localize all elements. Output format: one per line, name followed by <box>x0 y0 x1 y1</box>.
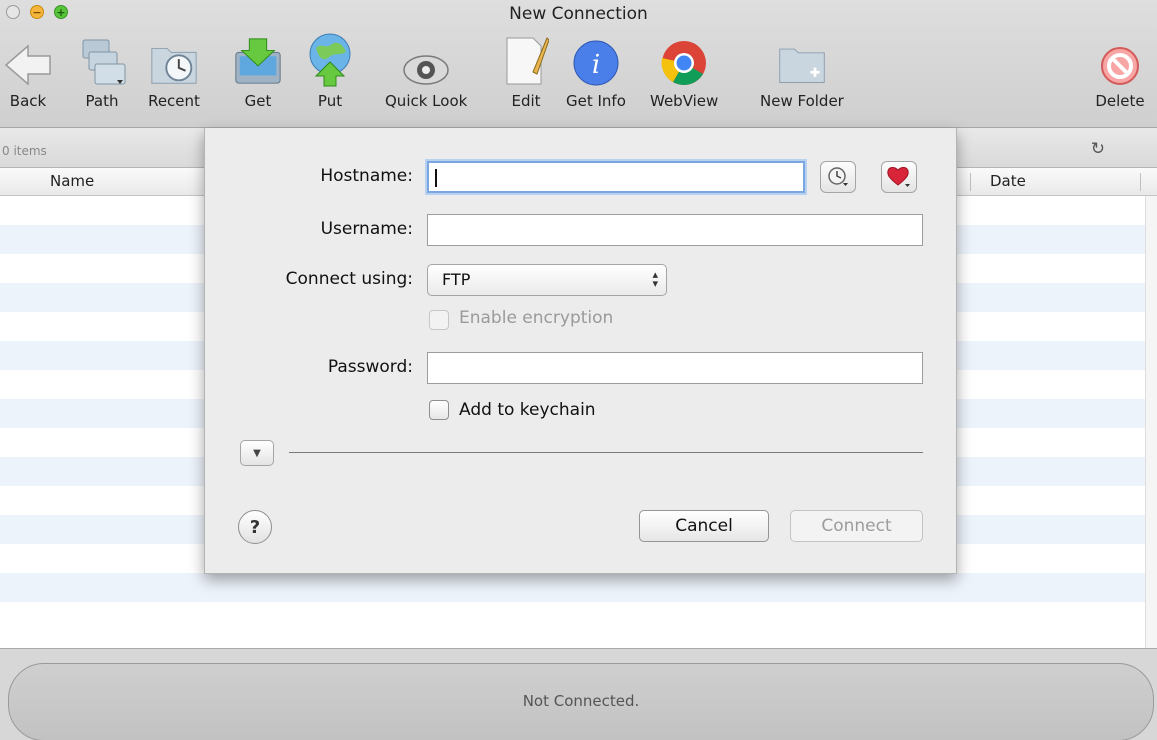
history-button[interactable] <box>820 161 856 193</box>
back-button[interactable]: Back <box>2 30 54 110</box>
connect-using-label: Connect using: <box>285 269 413 289</box>
get-info-button[interactable]: i Get Info <box>566 30 626 110</box>
quick-look-label: Quick Look <box>385 92 468 110</box>
protocol-select[interactable]: FTP ▴ ▾ <box>427 264 667 296</box>
new-folder-label: New Folder <box>760 92 844 110</box>
back-arrow-icon <box>2 30 54 88</box>
webview-label: WebView <box>650 92 719 110</box>
heart-icon <box>887 167 910 187</box>
new-connection-sheet: Hostname: Username: Connect using: FTP ▴… <box>204 128 957 574</box>
help-button[interactable]: ? <box>238 510 272 544</box>
new-folder-icon <box>776 30 828 88</box>
status-pill: Not Connected. <box>8 663 1154 740</box>
connect-button[interactable]: Connect <box>790 510 923 542</box>
bookmarks-button[interactable] <box>881 161 917 193</box>
encryption-label: Enable encryption <box>459 308 614 328</box>
get-download-icon <box>232 30 284 88</box>
window-title: New Connection <box>509 4 648 24</box>
recent-button[interactable]: Recent <box>148 30 200 110</box>
get-button[interactable]: Get <box>232 30 284 110</box>
get-info-label: Get Info <box>566 92 626 110</box>
cancel-button[interactable]: Cancel <box>639 510 769 542</box>
status-area: Not Connected. <box>0 648 1157 740</box>
new-folder-button[interactable]: New Folder <box>760 30 844 110</box>
path-label: Path <box>85 92 119 110</box>
recent-label: Recent <box>148 92 200 110</box>
column-separator <box>1140 173 1141 191</box>
divider <box>289 452 923 453</box>
delete-button[interactable]: Delete <box>1094 30 1146 110</box>
clock-icon <box>828 167 848 186</box>
protocol-value: FTP <box>442 270 471 289</box>
path-folders-icon <box>76 30 128 88</box>
username-label: Username: <box>320 219 413 239</box>
chrome-icon <box>658 30 710 88</box>
path-button[interactable]: Path <box>76 30 128 110</box>
back-label: Back <box>9 92 47 110</box>
recent-folder-icon <box>148 30 200 88</box>
put-label: Put <box>317 92 343 110</box>
put-upload-icon <box>304 30 356 88</box>
eye-icon <box>400 30 452 88</box>
triangle-down-icon: ▼ <box>253 447 261 459</box>
keychain-checkbox[interactable] <box>429 400 449 420</box>
info-icon: i <box>570 30 622 88</box>
hostname-input[interactable] <box>427 161 805 193</box>
password-label: Password: <box>327 357 413 377</box>
svg-text:i: i <box>592 50 600 80</box>
username-input[interactable] <box>427 214 923 246</box>
delete-label: Delete <box>1095 92 1145 110</box>
encryption-checkbox[interactable] <box>429 310 449 330</box>
edit-button[interactable]: Edit <box>500 30 552 110</box>
list-row <box>0 573 1145 602</box>
hostname-label: Hostname: <box>320 166 413 186</box>
keychain-label: Add to keychain <box>459 400 596 420</box>
edit-pencil-icon <box>500 30 552 88</box>
select-arrows-icon: ▴ ▾ <box>652 268 658 290</box>
vertical-scrollbar[interactable] <box>1145 196 1157 648</box>
text-caret <box>435 169 437 187</box>
get-label: Get <box>244 92 272 110</box>
connection-status: Not Connected. <box>522 692 640 710</box>
edit-label: Edit <box>511 92 541 110</box>
items-count: 0 items <box>2 144 47 158</box>
put-button[interactable]: Put <box>304 30 356 110</box>
column-separator <box>970 173 971 191</box>
column-header-name[interactable]: Name <box>50 172 94 190</box>
list-row <box>0 602 1145 631</box>
disclosure-button[interactable]: ▼ <box>240 440 274 466</box>
quick-look-button[interactable]: Quick Look <box>385 30 467 110</box>
webview-button[interactable]: WebView <box>650 30 718 110</box>
app-window: − + New Connection Back Path Recent Get … <box>0 0 1157 740</box>
password-input[interactable] <box>427 352 923 384</box>
delete-icon <box>1094 30 1146 88</box>
refresh-icon[interactable]: ↻ <box>1091 139 1105 159</box>
toolbar: − + New Connection Back Path Recent Get … <box>0 0 1157 128</box>
column-header-date[interactable]: Date <box>990 172 1026 190</box>
